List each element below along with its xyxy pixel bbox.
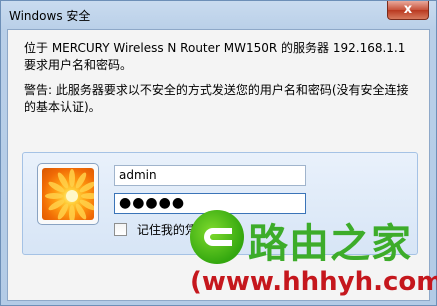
remember-label: 记住我的凭	[136, 223, 197, 237]
security-warning: 警告: 此服务器要求以不安全的方式发送您的用户名和密码(没有安全连接的基本认证)…	[24, 83, 409, 114]
credential-tile[interactable]: admin ●●●●● 记住我的凭	[22, 152, 418, 255]
window-title: Windows 安全	[9, 9, 91, 23]
title-bar[interactable]: Windows 安全 x	[1, 1, 436, 29]
flower-image	[45, 169, 94, 220]
close-button[interactable]: x	[387, 1, 429, 20]
remember-credentials[interactable]: 记住我的凭	[114, 221, 197, 237]
user-avatar-flower-icon	[42, 168, 94, 220]
remember-checkbox[interactable]	[114, 223, 127, 236]
dialog-content: 位于 MERCURY Wireless N Router MW150R 的服务器…	[7, 29, 430, 301]
security-dialog: Windows 安全 x 位于 MERCURY Wireless N Route…	[0, 0, 437, 306]
username-field[interactable]: admin	[114, 165, 306, 186]
avatar-frame	[37, 163, 99, 225]
server-message: 位于 MERCURY Wireless N Router MW150R 的服务器…	[24, 41, 406, 72]
close-icon: x	[403, 2, 413, 17]
password-field[interactable]: ●●●●●	[114, 193, 306, 214]
